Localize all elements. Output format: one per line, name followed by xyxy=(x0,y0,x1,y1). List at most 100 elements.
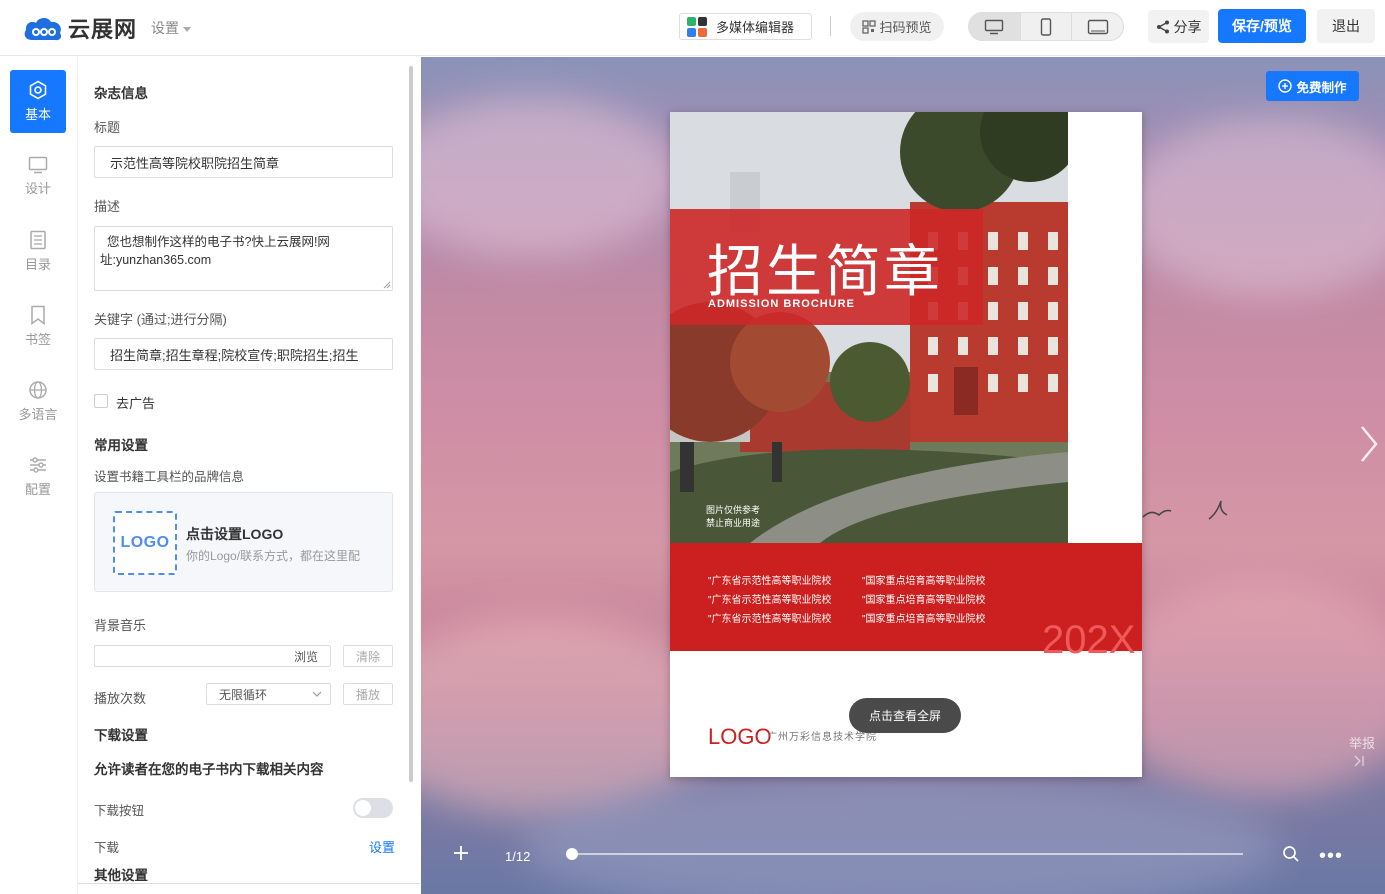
cover-item: "广东省示范性高等职业院校 xyxy=(708,576,832,587)
section-download-settings: 下载设置 xyxy=(94,728,148,743)
exit-button[interactable]: 退出 xyxy=(1317,9,1375,43)
section-other-settings: 其他设置 xyxy=(94,868,148,883)
caret-down-icon xyxy=(183,26,191,32)
campus-illustration xyxy=(670,112,1068,543)
share-label: 分享 xyxy=(1173,18,1202,35)
photo-caption-line: 禁止商业用途 xyxy=(706,518,761,528)
cover-subtitle: ADMISSION BROCHURE xyxy=(708,298,855,310)
download-toggle[interactable] xyxy=(353,798,393,818)
nav-item-basic[interactable]: 基本 xyxy=(10,70,66,133)
add-icon[interactable] xyxy=(453,845,469,861)
more-options-icon[interactable]: ••• xyxy=(1319,846,1343,866)
photo-caption: 图片仅供参考 禁止商业用途 xyxy=(706,504,760,530)
cloud-logo-icon xyxy=(24,17,62,41)
nav-item-language[interactable]: 多语言 xyxy=(10,370,66,433)
qr-preview-label: 扫码预览 xyxy=(879,20,932,35)
download-button-label: 下载按钮 xyxy=(94,804,145,818)
book-cover-page[interactable]: 图片仅供参考 禁止商业用途 招生简章 ADMISSION BROCHURE "广… xyxy=(670,112,1142,777)
campus-photo: 图片仅供参考 禁止商业用途 xyxy=(670,112,1068,543)
qr-preview-button[interactable]: 扫码预览 xyxy=(850,12,944,41)
description-line-1: 您也想制作这样的电子书?快上云展网!网 xyxy=(107,235,330,249)
description-label: 描述 xyxy=(94,199,121,214)
brand-logo[interactable]: 云展网 xyxy=(22,12,137,44)
logo-setting-title: 点击设置LOGO xyxy=(186,526,284,542)
bg-music-label: 背景音乐 xyxy=(94,618,147,633)
media-editor-label: 多媒体编辑器 xyxy=(716,20,795,35)
sky-cloud xyxy=(1121,117,1385,297)
save-preview-button[interactable]: 保存/预览 xyxy=(1218,9,1306,43)
media-editor-button[interactable]: 多媒体编辑器 xyxy=(679,13,812,40)
settings-dropdown[interactable]: 设置 xyxy=(151,18,191,38)
clear-button[interactable]: 清除 xyxy=(343,645,393,667)
nav-label: 目录 xyxy=(24,257,51,272)
page-indicator: 1/12 xyxy=(505,849,531,864)
phone-icon xyxy=(1040,17,1052,36)
browse-button[interactable]: 浏览 xyxy=(294,648,318,665)
brand-info-label: 设置书籍工具栏的品牌信息 xyxy=(94,470,245,484)
play-count-label: 播放次数 xyxy=(94,691,147,706)
free-make-label: 免费制作 xyxy=(1296,80,1347,95)
cover-item: "国家重点培育高等职业院校 xyxy=(862,595,986,606)
play-button[interactable]: 播放 xyxy=(343,683,393,705)
tablet-view-button[interactable] xyxy=(1072,13,1123,40)
nav-item-config[interactable]: 配置 xyxy=(10,445,66,508)
share-button[interactable]: 分享 xyxy=(1148,10,1209,43)
logo-setting-desc: 你的Logo/联系方式，都在这里配 xyxy=(186,549,361,563)
nav-label: 基本 xyxy=(24,107,51,122)
share-icon xyxy=(1156,20,1169,33)
logo-setting-card[interactable]: LOGO 点击设置LOGO 你的Logo/联系方式，都在这里配 xyxy=(94,492,393,592)
left-nav: 基本 设计 目录 书签 多语言 配置 xyxy=(0,57,78,894)
nav-label: 配置 xyxy=(24,482,51,497)
loop-select[interactable]: 无限循环 xyxy=(206,683,331,705)
free-make-button[interactable]: 免费制作 xyxy=(1266,71,1359,101)
nav-label: 书签 xyxy=(24,332,51,347)
top-bar: 云展网 设置 多媒体编辑器 扫码预览 分享 保存/预览 退出 xyxy=(0,0,1385,56)
description-line-2: 址:yunzhan365.com xyxy=(100,253,212,267)
nav-item-bookmark[interactable]: 书签 xyxy=(10,295,66,358)
page-slider-thumb[interactable] xyxy=(566,848,578,860)
loop-select-value: 无限循环 xyxy=(219,687,268,702)
page-slider-track[interactable] xyxy=(571,853,1243,855)
cover-item: "广东省示范性高等职业院校 xyxy=(708,595,832,606)
sky-cloud xyxy=(1101,577,1385,797)
next-page-arrow-icon[interactable] xyxy=(1359,425,1379,463)
list-doc-icon xyxy=(30,230,46,250)
preview-stage: 免费制作 图片仅供参考 禁止商业用途 招生简章 ADMISSION BROCHU… xyxy=(421,57,1385,894)
desktop-view-button[interactable] xyxy=(969,13,1021,40)
phone-view-button[interactable] xyxy=(1021,13,1073,40)
title-label: 标题 xyxy=(94,120,121,135)
section-common-settings: 常用设置 xyxy=(94,438,148,453)
chevron-down-icon xyxy=(312,691,322,697)
zoom-icon[interactable] xyxy=(1282,845,1300,863)
cover-title: 招生简章 xyxy=(707,240,943,305)
panel-scrollbar[interactable] xyxy=(409,66,413,782)
nav-item-design[interactable]: 设计 xyxy=(10,145,66,208)
fullscreen-button[interactable]: 点击查看全屏 xyxy=(849,698,961,733)
sky-cloud xyxy=(421,97,681,257)
download-label: 下载 xyxy=(94,841,120,855)
media-grid-icon xyxy=(687,16,707,37)
nav-item-toc[interactable]: 目录 xyxy=(10,220,66,283)
remove-ads-label: 去广告 xyxy=(116,396,156,411)
brand-name: 云展网 xyxy=(68,17,138,42)
cover-item: "国家重点培育高等职业院校 xyxy=(862,576,986,587)
cover-item: "广东省示范性高等职业院校 xyxy=(708,614,832,625)
nav-label: 多语言 xyxy=(18,407,58,422)
bookmark-icon xyxy=(31,305,45,325)
keywords-label: 关键字 (通过;进行分隔) xyxy=(94,312,227,327)
description-textarea[interactable]: 您也想制作这样的电子书?快上云展网!网 址:yunzhan365.com xyxy=(94,226,393,291)
download-allow-text: 允许读者在您的电子书内下载相关内容 xyxy=(94,762,324,777)
cover-item: "国家重点培育高等职业院校 xyxy=(862,614,986,625)
keywords-input[interactable]: 招生简章;招生章程;院校宣传;职院招生;招生 xyxy=(94,338,393,370)
plus-circle-icon xyxy=(1278,79,1293,93)
remove-ads-checkbox[interactable] xyxy=(94,394,108,408)
title-input[interactable]: 示范性高等院校职院招生简章 xyxy=(94,146,393,178)
bg-music-input[interactable]: 浏览 xyxy=(94,645,331,667)
birds-decoration xyxy=(1142,500,1228,520)
cover-logo: LOGO xyxy=(708,724,772,749)
sliders-icon xyxy=(30,457,46,473)
resize-handle-icon xyxy=(383,281,391,289)
report-link[interactable]: 举报 xyxy=(1349,733,1375,768)
nav-label: 设计 xyxy=(24,181,51,196)
download-set-link[interactable]: 设置 xyxy=(369,837,395,856)
